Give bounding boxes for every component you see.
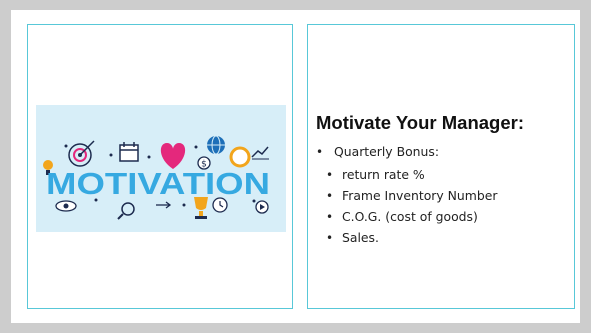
bullet-glyph: • [326, 189, 334, 203]
list-item: • C.O.G. (cost of goods) [308, 207, 497, 228]
pie-chart-icon [229, 146, 251, 168]
list-item: • Frame Inventory Number [308, 186, 497, 207]
list-item: • Sales. [308, 228, 497, 249]
calendar-icon [119, 142, 139, 162]
bullet-glyph: • [326, 210, 334, 224]
magnifier-icon [117, 202, 135, 220]
list-item: • Quarterly Bonus: [308, 143, 497, 165]
list-item-text: Sales. [342, 230, 379, 245]
bullet-list: • Quarterly Bonus: • return rate % • Fra… [308, 143, 497, 249]
motivation-illustration: $ MOTIVATION [36, 105, 286, 232]
list-item-text: Frame Inventory Number [342, 188, 498, 203]
slide: $ MOTIVATION Motivate Your Manager: • Qu… [11, 10, 580, 323]
bullet-glyph: • [326, 168, 334, 182]
globe-icon [207, 135, 225, 155]
arrow-icon [156, 201, 172, 209]
list-item-text: Quarterly Bonus: [334, 144, 439, 159]
bullet-glyph: • [316, 145, 324, 159]
slide-heading: Motivate Your Manager: [316, 112, 524, 133]
clock-icon [212, 197, 228, 213]
motivation-word: MOTIVATION [46, 166, 270, 201]
play-icon [255, 200, 269, 214]
growth-chart-icon [251, 146, 269, 160]
list-item: • return rate % [308, 165, 497, 186]
trophy-icon [194, 197, 208, 219]
list-item-text: C.O.G. (cost of goods) [342, 209, 478, 224]
eye-icon [55, 200, 77, 212]
bullet-glyph: • [326, 231, 334, 245]
left-content-box: $ MOTIVATION [27, 24, 293, 309]
right-content-box: Motivate Your Manager: • Quarterly Bonus… [307, 24, 575, 309]
list-item-text: return rate % [342, 167, 425, 182]
target-icon [68, 140, 95, 167]
